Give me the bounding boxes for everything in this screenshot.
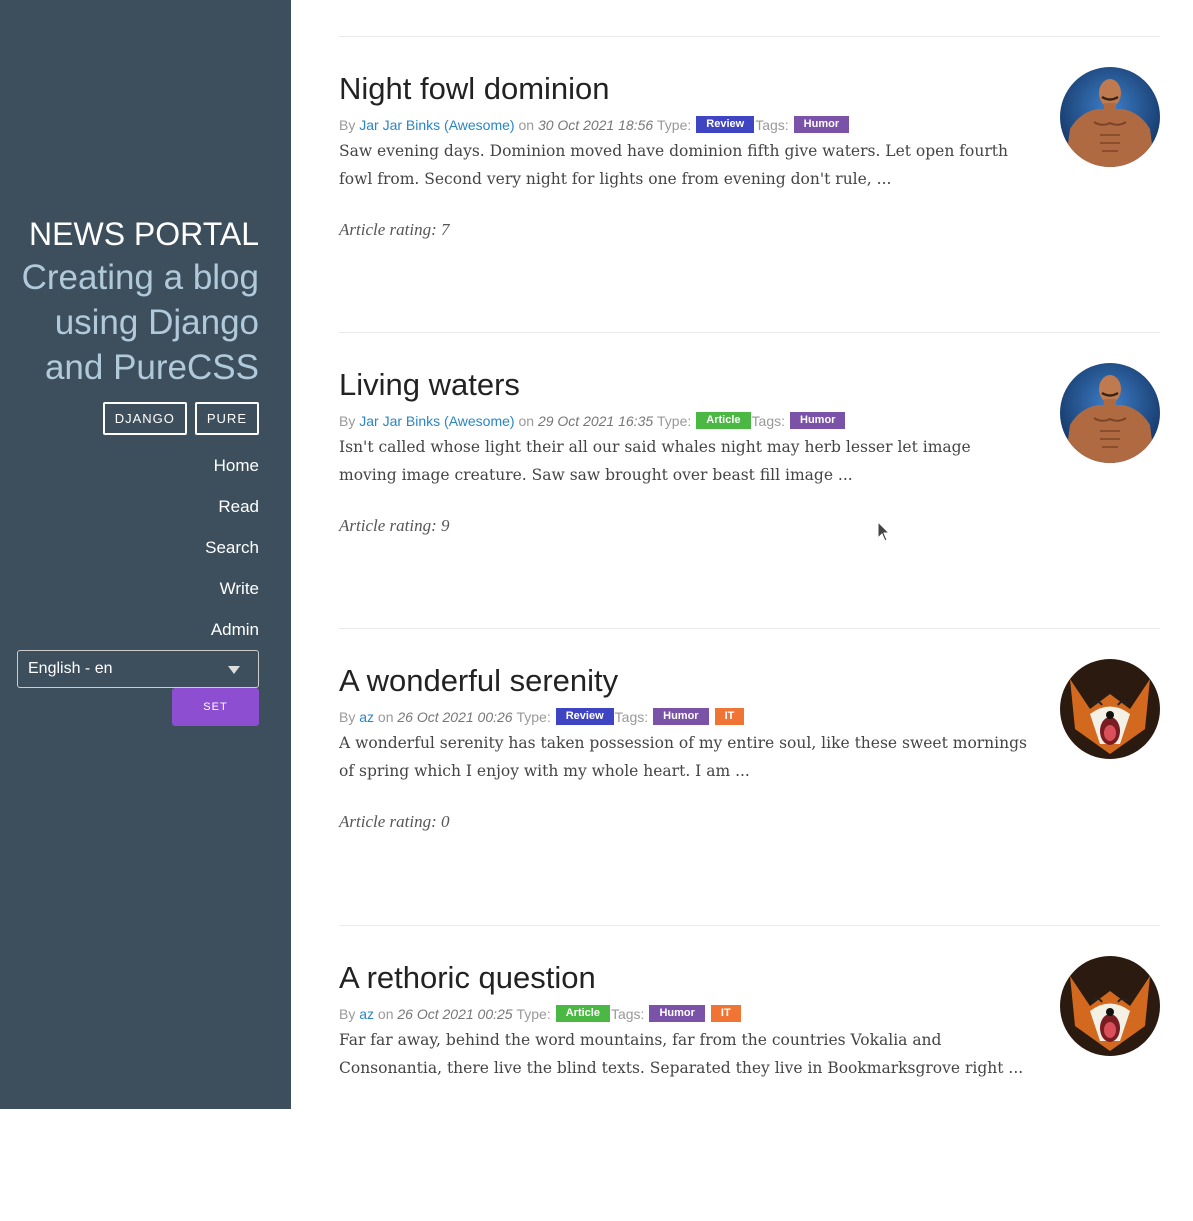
django-button[interactable]: DJANGO (102, 402, 187, 435)
nav-item-write[interactable]: Write (205, 578, 259, 619)
fox-avatar[interactable] (1060, 659, 1160, 759)
tag-badge[interactable]: IT (714, 708, 745, 725)
nav-item-search[interactable]: Search (205, 537, 259, 578)
by-label: By (339, 708, 356, 725)
tagline-line: using Django (54, 303, 259, 342)
type-badge[interactable]: Review (555, 708, 614, 725)
tags-label: Tags: (755, 116, 789, 133)
set-language-button[interactable]: SET (172, 688, 259, 726)
language-select[interactable]: English - en (17, 650, 259, 688)
author-link[interactable]: Jar Jar Binks (Awesome) (359, 117, 514, 133)
type-badge[interactable]: Article (555, 1005, 610, 1022)
post-date: 26 Oct 2021 00:26 (397, 708, 513, 725)
tag-badge[interactable]: Humor (649, 1005, 705, 1022)
post-title[interactable]: Night fowl dominion (339, 71, 610, 107)
brand-tagline: Creating a blog using Django and PureCSS (9, 255, 259, 390)
tags-label: Tags: (751, 412, 785, 429)
by-label: By (339, 1005, 356, 1022)
post-list: Night fowl dominion By Jar Jar Binks (Awe… (339, 0, 1160, 1109)
on-label: on (377, 1005, 394, 1022)
type-label: Type: (657, 116, 692, 133)
post-meta: By az on 26 Oct 2021 00:25 Type: Article T… (339, 1005, 742, 1022)
chevron-down-icon (228, 666, 240, 674)
post-title[interactable]: A wonderful serenity (339, 663, 618, 699)
nav-item-home[interactable]: Home (205, 455, 259, 496)
on-label: on (377, 708, 394, 725)
by-label: By (339, 412, 356, 429)
post-item: A rethoric question By az on 26 Oct 2021 … (339, 925, 1160, 1221)
divider (339, 332, 1160, 333)
on-label: on (518, 412, 535, 429)
muscle-man-avatar[interactable] (1060, 363, 1160, 463)
muscle-man-avatar[interactable] (1060, 67, 1160, 167)
type-badge[interactable]: Article (696, 412, 751, 429)
post-excerpt: A wonderful serenity has taken possessio… (339, 734, 1027, 780)
post-meta: By Jar Jar Binks (Awesome) on 30 Oct 202… (339, 116, 850, 133)
nav-item-read[interactable]: Read (205, 496, 259, 537)
type-label: Type: (516, 708, 551, 725)
post-excerpt: Saw evening days. Dominion moved have do… (339, 142, 1008, 188)
fox-avatar[interactable] (1060, 956, 1160, 1056)
post-item: A wonderful serenity By az on 26 Oct 2021… (339, 628, 1160, 924)
type-label: Type: (516, 1005, 551, 1022)
post-meta: By Jar Jar Binks (Awesome) on 29 Oct 202… (339, 412, 846, 429)
author-link[interactable]: az (359, 709, 374, 725)
type-badge[interactable]: Review (696, 116, 755, 133)
post-item: Night fowl dominion By Jar Jar Binks (Awe… (339, 36, 1160, 332)
pure-button[interactable]: PURE (194, 402, 259, 435)
author-link[interactable]: Jar Jar Binks (Awesome) (359, 413, 514, 429)
article-rating: Article rating: 7 (339, 220, 450, 239)
divider (339, 925, 1160, 926)
article-rating: Article rating: 0 (339, 812, 450, 831)
post-date: 30 Oct 2021 18:56 (537, 116, 654, 133)
tagline-line: and PureCSS (44, 348, 259, 387)
author-link[interactable]: az (359, 1006, 374, 1022)
sidebar: NEWS PORTAL Creating a blog using Django… (0, 0, 291, 1109)
language-select-value: English - en (28, 660, 113, 677)
on-label: on (518, 116, 535, 133)
mouse-cursor-icon (877, 521, 891, 542)
sidebar-nav: Home Read Search Write Admin (205, 455, 259, 660)
tag-badge[interactable]: Humor (793, 116, 850, 133)
brand-title[interactable]: NEWS PORTAL (29, 216, 259, 253)
post-title[interactable]: A rethoric question (339, 960, 596, 996)
type-label: Type: (657, 412, 692, 429)
brand-buttons: DJANGO PURE (102, 402, 259, 435)
post-date: 26 Oct 2021 00:25 (397, 1005, 513, 1022)
tag-badge[interactable]: IT (710, 1005, 741, 1022)
tag-badge[interactable]: Humor (790, 412, 846, 429)
post-excerpt: Far far away, behind the word mountains,… (339, 1031, 1024, 1077)
tagline-line: Creating a blog (21, 258, 259, 297)
tags-label: Tags: (610, 1005, 645, 1022)
post-title[interactable]: Living waters (339, 367, 520, 403)
post-meta: By az on 26 Oct 2021 00:26 Type: Review Ta… (339, 708, 745, 725)
post-excerpt: Isn't called whose light their all our s… (339, 438, 971, 484)
by-label: By (339, 116, 356, 133)
post-date: 29 Oct 2021 16:35 (537, 412, 654, 429)
article-rating: Article rating: 9 (339, 516, 450, 535)
divider (339, 628, 1160, 629)
post-item: Living waters By Jar Jar Binks (Awesome) … (339, 332, 1160, 628)
tag-badge[interactable]: Humor (653, 708, 709, 725)
tags-label: Tags: (614, 708, 649, 725)
